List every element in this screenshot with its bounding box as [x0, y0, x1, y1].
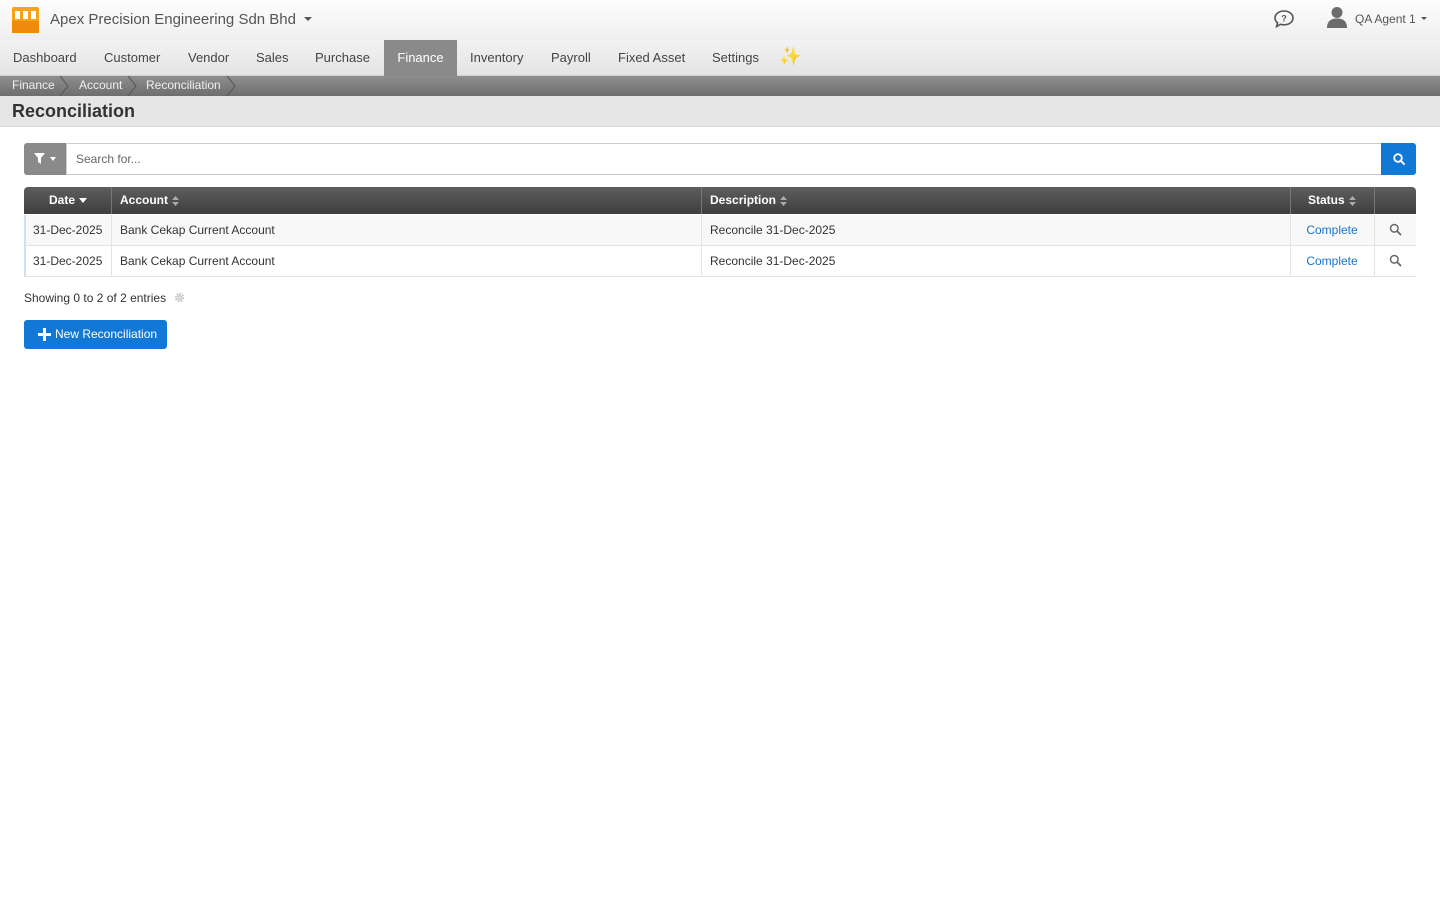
column-header-account[interactable]: Account	[120, 187, 179, 214]
sort-desc-icon	[79, 198, 88, 204]
user-name[interactable]: QA Agent 1	[1355, 12, 1416, 26]
row-accent	[24, 215, 26, 246]
chat-icon[interactable]: ?	[1273, 9, 1295, 29]
nav-settings[interactable]: Settings	[699, 40, 772, 76]
cell-status: Complete	[1290, 215, 1374, 245]
table-row[interactable]: 31-Dec-2025 Bank Cekap Current Account R…	[24, 246, 1416, 277]
top-bar: Apex Precision Engineering Sdn Bhd ? QA …	[0, 0, 1440, 40]
row-accent	[24, 246, 26, 277]
page-header: Reconciliation	[0, 96, 1440, 127]
column-divider	[701, 187, 702, 214]
cell-divider	[1374, 215, 1375, 245]
breadcrumb: Finance Account Reconciliation	[0, 76, 1440, 96]
breadcrumb-separator-icon	[226, 76, 236, 96]
gear-icon[interactable]	[174, 292, 185, 303]
svg-text:?: ?	[1281, 14, 1287, 24]
new-reconciliation-button[interactable]: New Reconciliation	[24, 320, 167, 349]
plus-icon	[38, 328, 51, 341]
cell-divider	[111, 215, 112, 245]
user-icon[interactable]	[1327, 6, 1347, 28]
breadcrumb-finance[interactable]: Finance	[12, 76, 55, 96]
cell-divider	[701, 215, 702, 245]
search-icon	[1393, 153, 1405, 165]
breadcrumb-reconciliation[interactable]: Reconciliation	[146, 76, 221, 96]
logo-icon[interactable]	[12, 7, 39, 33]
cell-divider	[701, 246, 702, 276]
search-input[interactable]	[66, 143, 1382, 175]
main-nav: Dashboard Customer Vendor Sales Purchase…	[0, 40, 1440, 76]
nav-purchase[interactable]: Purchase	[302, 40, 383, 76]
page-title: Reconciliation	[12, 101, 136, 121]
sort-icon	[780, 195, 788, 206]
filter-button[interactable]	[24, 143, 66, 175]
nav-payroll[interactable]: Payroll	[538, 40, 604, 76]
breadcrumb-account[interactable]: Account	[79, 76, 122, 96]
column-divider	[1374, 187, 1375, 214]
cell-date: 31-Dec-2025	[33, 254, 103, 268]
table-header: Date Account Description Status	[24, 187, 1416, 214]
filter-icon	[34, 153, 45, 164]
status-link[interactable]: Complete	[1306, 254, 1357, 268]
user-menu-caret-icon[interactable]	[1421, 17, 1427, 20]
cell-account: Bank Cekap Current Account	[120, 223, 275, 237]
view-search-icon[interactable]	[1389, 254, 1402, 267]
view-search-icon[interactable]	[1389, 223, 1402, 236]
cell-divider	[111, 246, 112, 276]
nav-vendor[interactable]: Vendor	[175, 40, 242, 76]
column-header-status[interactable]: Status	[1308, 187, 1356, 214]
cell-divider	[1374, 246, 1375, 276]
cell-account: Bank Cekap Current Account	[120, 254, 275, 268]
chevron-down-icon	[50, 157, 56, 161]
cell-status: Complete	[1290, 246, 1374, 276]
sparkle-icon[interactable]: ✨	[779, 46, 801, 67]
cell-description: Reconcile 31-Dec-2025	[710, 223, 836, 237]
nav-fixed-asset[interactable]: Fixed Asset	[605, 40, 698, 76]
column-header-date[interactable]: Date	[49, 187, 88, 214]
breadcrumb-separator-icon	[59, 76, 69, 96]
nav-finance[interactable]: Finance	[384, 40, 457, 76]
column-divider	[111, 187, 112, 214]
column-divider	[1290, 187, 1291, 214]
company-name[interactable]: Apex Precision Engineering Sdn Bhd	[50, 11, 296, 28]
cell-date: 31-Dec-2025	[33, 223, 103, 237]
search-button[interactable]	[1381, 143, 1416, 175]
nav-sales[interactable]: Sales	[243, 40, 302, 76]
sort-icon	[172, 195, 179, 206]
sort-icon	[1348, 195, 1356, 206]
cell-description: Reconcile 31-Dec-2025	[710, 254, 836, 268]
entries-info: Showing 0 to 2 of 2 entries	[24, 291, 167, 305]
column-header-description[interactable]: Description	[710, 187, 788, 214]
company-caret-icon[interactable]	[304, 17, 312, 21]
nav-customer[interactable]: Customer	[91, 40, 173, 76]
new-reconciliation-label: New Reconciliation	[55, 327, 158, 341]
status-link[interactable]: Complete	[1306, 223, 1357, 237]
nav-dashboard[interactable]: Dashboard	[0, 40, 90, 76]
nav-inventory[interactable]: Inventory	[457, 40, 536, 76]
table-row[interactable]: 31-Dec-2025 Bank Cekap Current Account R…	[24, 215, 1416, 246]
breadcrumb-separator-icon	[127, 76, 137, 96]
